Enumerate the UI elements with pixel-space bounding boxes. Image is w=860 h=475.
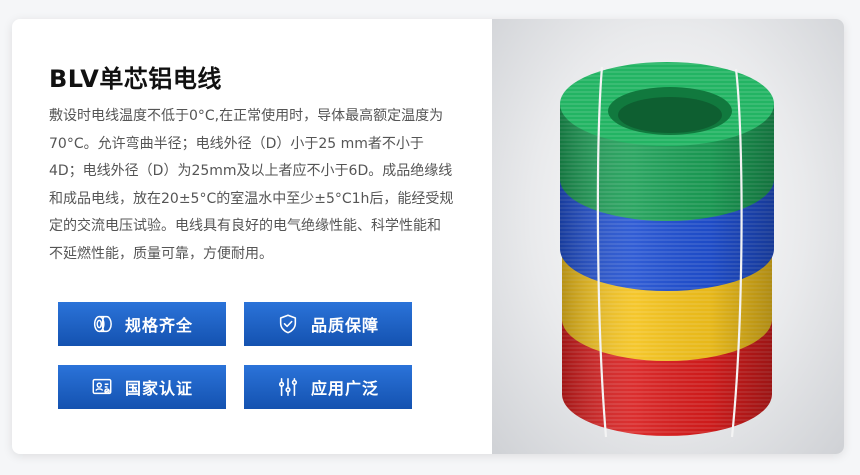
product-info-panel: BLV单芯铝电线 敷设时电线温度不低于0°C,在正常使用时，导体最高额定温度为 … <box>12 19 492 454</box>
feature-button-national-certification[interactable]: 国家认证 <box>58 365 226 409</box>
feature-button-full-specs[interactable]: 规格齐全 <box>58 302 226 346</box>
feature-button-quality-assurance[interactable]: 品质保障 <box>244 302 412 346</box>
feature-label: 品质保障 <box>310 316 379 335</box>
certificate-icon <box>91 376 113 398</box>
feature-button-wide-application[interactable]: 应用广泛 <box>244 365 412 409</box>
description-line: 不延燃性能，质量可靠，方便耐用。 <box>49 245 273 262</box>
description-line: 70°C。允许弯曲半径；电线外径（D）小于25 mm者不小于 <box>49 135 424 152</box>
shield-check-icon <box>277 313 299 335</box>
cable-reel-icon <box>91 313 113 335</box>
product-description: 敷设时电线温度不低于0°C,在正常使用时，导体最高额定温度为 70°C。允许弯曲… <box>49 103 469 268</box>
product-card: BLV单芯铝电线 敷设时电线温度不低于0°C,在正常使用时，导体最高额定温度为 … <box>12 19 844 454</box>
feature-label: 应用广泛 <box>310 379 379 398</box>
feature-label: 国家认证 <box>124 379 193 398</box>
product-image-panel <box>492 19 844 454</box>
sliders-icon <box>277 376 299 398</box>
feature-label: 规格齐全 <box>124 316 193 335</box>
description-line: 4D；电线外径（D）为25mm及以上者应不小于6D。成品绝缘线 <box>49 163 453 179</box>
wire-coils-image <box>560 62 774 438</box>
description-line: 敷设时电线温度不低于0°C,在正常使用时，导体最高额定温度为 <box>49 108 444 124</box>
description-line: 定的交流电压试验。电线具有良好的电气绝缘性能、科学性能和 <box>49 218 441 234</box>
description-line: 和成品电线，放在20±5°C的室温水中至少±5°C1h后，能经受规 <box>49 190 454 207</box>
product-title: BLV单芯铝电线 <box>49 65 222 93</box>
